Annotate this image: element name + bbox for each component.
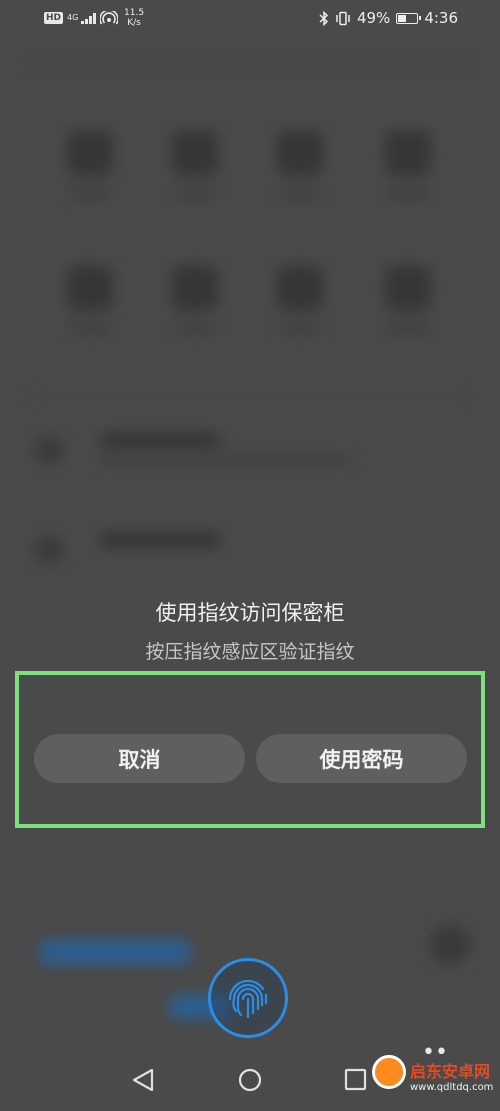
- clock: 4:36: [424, 9, 458, 27]
- bg-divider: [30, 65, 470, 67]
- bg-app-tile: [270, 130, 330, 220]
- network-speed: 11.5 K/s: [124, 8, 144, 28]
- speed-unit: K/s: [127, 18, 141, 28]
- hd-badge: HD: [44, 12, 64, 24]
- dialog-subtitle: 按压指纹感应区验证指纹: [145, 641, 355, 663]
- speed-value: 11.5: [124, 8, 145, 18]
- fingerprint-sensor[interactable]: [208, 958, 288, 1038]
- bg-list-row: [30, 525, 470, 575]
- status-left: HD 4G 11.5 K/s: [44, 8, 144, 28]
- fingerprint-icon: [228, 979, 268, 1019]
- bg-app-tile: [60, 265, 120, 355]
- recent-square-icon[interactable]: [336, 1060, 376, 1100]
- battery-fill: [398, 14, 407, 22]
- hotspot-icon: [100, 11, 119, 25]
- bg-app-tile: [165, 265, 225, 355]
- bg-app-tile: [60, 130, 120, 220]
- use-password-button[interactable]: 使用密码: [256, 734, 467, 783]
- vibrate-icon: [336, 11, 350, 25]
- bg-app-tile: [270, 265, 330, 355]
- bg-app-tile: [378, 130, 438, 220]
- bg-highlight-block: [40, 940, 190, 964]
- watermark: •• 启东安卓网 www.qdltdq.com: [372, 1040, 500, 1111]
- bg-round-button: [430, 925, 470, 965]
- blurred-background: [0, 40, 500, 1060]
- status-right: 49% 4:36: [319, 9, 458, 27]
- battery-percent: 49%: [356, 9, 391, 27]
- dialog-title: 使用指纹访问保密柜: [155, 601, 345, 625]
- bluetooth-icon: [319, 10, 329, 26]
- back-triangle-icon[interactable]: [124, 1060, 164, 1100]
- watermark-name: 启东安卓网: [410, 1062, 491, 1081]
- bg-list-row: [30, 425, 470, 475]
- watermark-url: www.qdltdq.com: [410, 1082, 494, 1093]
- bg-app-tile: [378, 265, 438, 355]
- bg-app-tile: [165, 130, 225, 220]
- bg-divider: [30, 395, 470, 397]
- network-type: 4G: [67, 13, 79, 22]
- watermark-logo: [372, 1055, 406, 1089]
- signal-icon: [81, 12, 97, 24]
- home-circle-icon[interactable]: [230, 1060, 270, 1100]
- status-bar: HD 4G 11.5 K/s 49% 4:36: [0, 0, 500, 36]
- cancel-button[interactable]: 取消: [34, 734, 245, 783]
- battery-icon: [396, 12, 422, 24]
